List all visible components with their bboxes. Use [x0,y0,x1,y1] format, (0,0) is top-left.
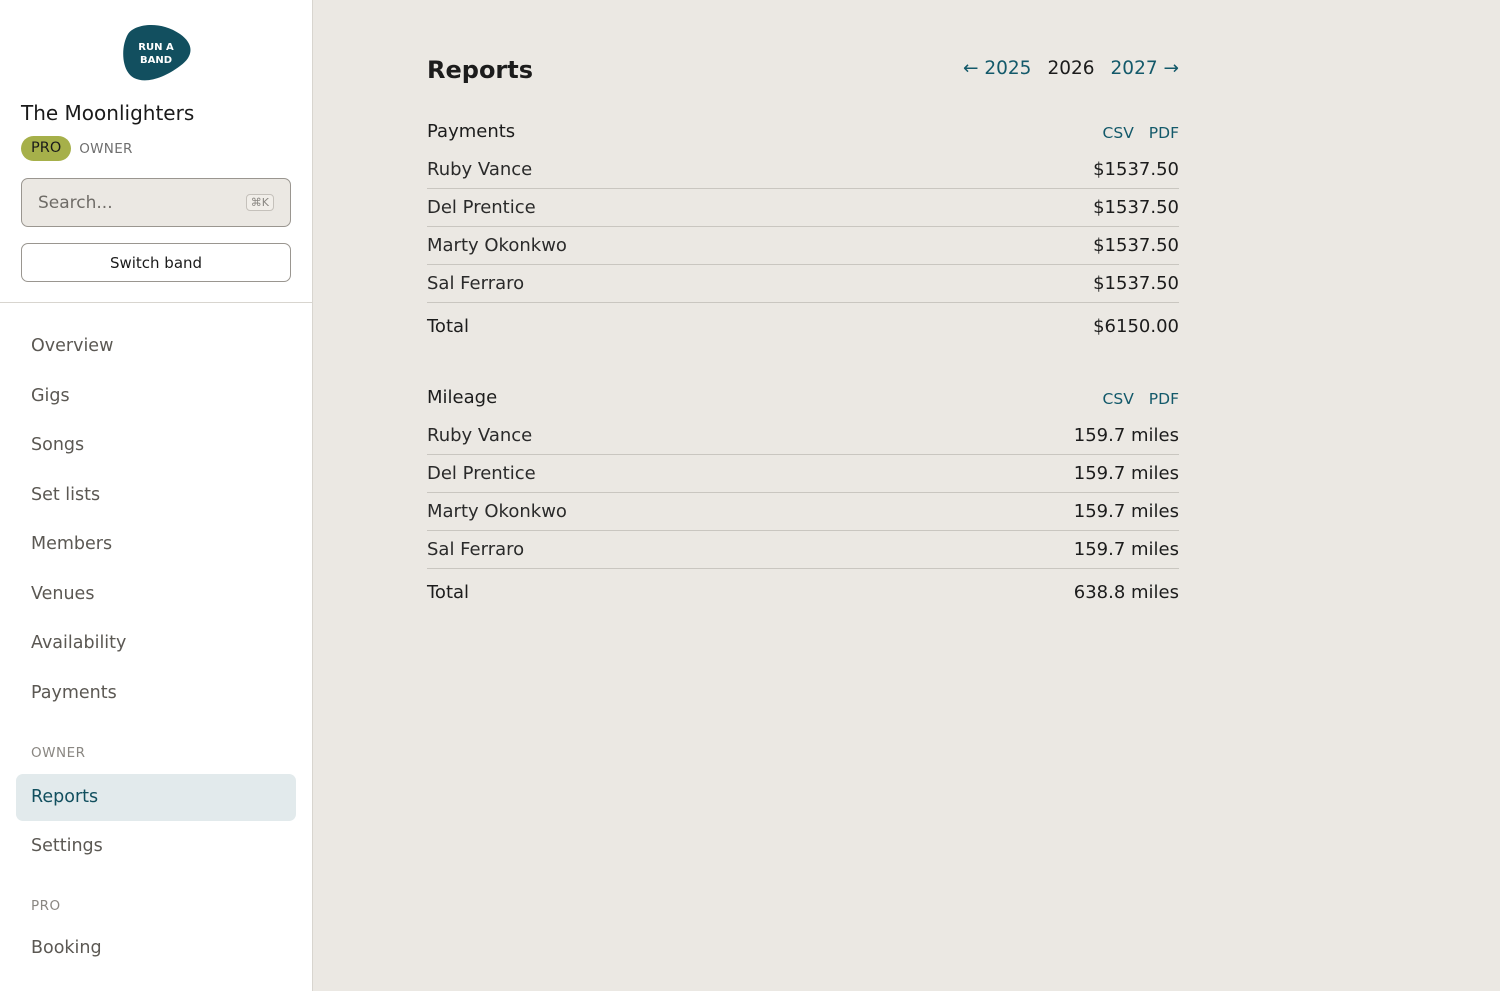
member-name: Ruby Vance [427,425,533,446]
band-name: The Moonlighters [21,101,195,125]
mileage-header: Mileage CSV PDF [427,387,1179,417]
table-row: Del Prentice 159.7 miles [427,455,1179,493]
mileage-total-value: 638.8 miles [1073,581,1179,603]
nav-venues[interactable]: Venues [16,571,296,618]
nav-set-lists[interactable]: Set lists [16,472,296,519]
nav-booking[interactable]: Booking [16,925,296,972]
nav-payments[interactable]: Payments [16,670,296,717]
current-year: 2026 [1047,58,1095,79]
switch-band-button[interactable]: Switch band [21,243,291,282]
payment-amount: $1537.50 [1093,159,1179,180]
member-name: Del Prentice [427,197,536,218]
payments-title: Payments [427,121,516,142]
member-name: Marty Okonkwo [427,501,567,522]
role-badge: OWNER [79,140,133,157]
total-label: Total [427,315,470,337]
sidebar: RUN A BAND The Moonlighters PRO OWNER ⌘K… [0,0,313,991]
band-logo[interactable]: RUN A BAND [120,22,192,82]
payment-amount: $1537.50 [1093,273,1179,294]
pro-section-heading: PRO [31,898,61,914]
payments-total-value: $6150.00 [1093,315,1179,337]
nav-members[interactable]: Members [16,521,296,568]
table-row: Sal Ferraro 159.7 miles [427,531,1179,569]
nav-overview[interactable]: Overview [16,323,296,370]
payment-amount: $1537.50 [1093,235,1179,256]
next-year-link[interactable]: 2027 → [1111,58,1179,79]
table-row: Del Prentice $1537.50 [427,189,1179,227]
member-name: Del Prentice [427,463,536,484]
member-name: Sal Ferraro [427,273,525,294]
previous-year-link[interactable]: ← 2025 [963,58,1031,79]
nav-songs[interactable]: Songs [16,422,296,469]
payments-report: Payments CSV PDF Ruby Vance $1537.50 Del… [427,121,1179,349]
year-navigation: ← 2025 2026 2027 → [963,58,1179,79]
shortcut-hint: ⌘K [245,194,274,211]
logo-text-line-2: BAND [140,55,172,66]
sidebar-divider [0,302,313,303]
owner-section-heading: OWNER [31,745,86,761]
mileage-exports: CSV PDF [1103,390,1179,408]
mileage-amount: 159.7 miles [1073,539,1179,560]
member-name: Marty Okonkwo [427,235,567,256]
payments-pdf-link[interactable]: PDF [1149,124,1179,142]
payments-total-row: Total $6150.00 [427,303,1179,349]
total-label: Total [427,581,470,603]
table-row: Ruby Vance $1537.50 [427,151,1179,189]
nav-settings[interactable]: Settings [16,823,296,870]
nav-availability[interactable]: Availability [16,620,296,667]
nav-gigs[interactable]: Gigs [16,373,296,420]
mileage-amount: 159.7 miles [1073,463,1179,484]
mileage-title: Mileage [427,387,498,408]
table-row: Sal Ferraro $1537.50 [427,265,1179,303]
payment-amount: $1537.50 [1093,197,1179,218]
table-row: Marty Okonkwo $1537.50 [427,227,1179,265]
page-title: Reports [427,56,534,84]
badge-row: PRO OWNER [21,136,133,161]
pro-badge: PRO [21,136,72,161]
payments-csv-link[interactable]: CSV [1103,124,1134,142]
member-name: Sal Ferraro [427,539,525,560]
table-row: Marty Okonkwo 159.7 miles [427,493,1179,531]
logo-text-line-1: RUN A [138,42,174,53]
nav-reports[interactable]: Reports [16,774,296,821]
search-input[interactable] [38,192,246,213]
payments-header: Payments CSV PDF [427,121,1179,151]
member-name: Ruby Vance [427,159,533,180]
mileage-amount: 159.7 miles [1073,425,1179,446]
mileage-amount: 159.7 miles [1073,501,1179,522]
mileage-csv-link[interactable]: CSV [1103,390,1134,408]
payments-exports: CSV PDF [1103,124,1179,142]
mileage-total-row: Total 638.8 miles [427,569,1179,615]
mileage-pdf-link[interactable]: PDF [1149,390,1179,408]
table-row: Ruby Vance 159.7 miles [427,417,1179,455]
search-box[interactable]: ⌘K [21,178,291,227]
mileage-report: Mileage CSV PDF Ruby Vance 159.7 miles D… [427,387,1179,615]
